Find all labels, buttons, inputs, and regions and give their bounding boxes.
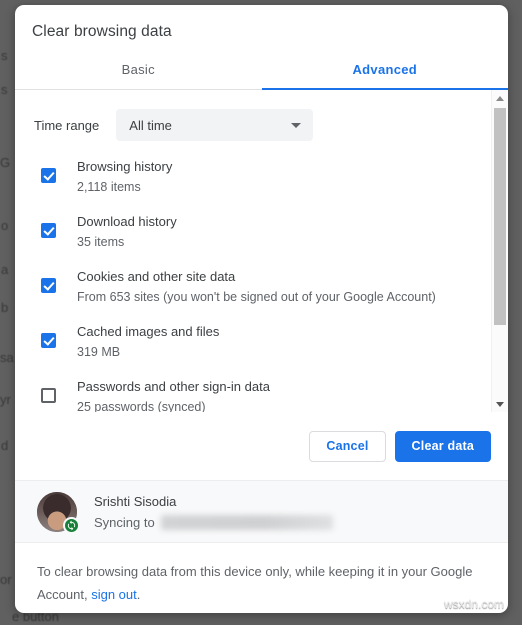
sign-out-note: To clear browsing data from this device … <box>15 543 508 606</box>
options-scrollbar[interactable] <box>491 90 508 412</box>
sync-target-redacted <box>160 514 333 530</box>
option-text: Passwords and other sign-in data 25 pass… <box>77 377 270 412</box>
option-cached-images-and-files[interactable]: Cached images and files 319 MB <box>15 322 491 362</box>
backdrop-fragment: d <box>1 438 9 453</box>
chevron-down-icon <box>291 122 302 128</box>
dialog-action-bar: Cancel Clear data <box>15 412 508 480</box>
option-download-history[interactable]: Download history 35 items <box>15 212 491 252</box>
sync-icon <box>63 516 80 534</box>
backdrop-fragment: b <box>1 300 9 315</box>
watermark: wsxdn.com <box>443 597 504 611</box>
tab-basic[interactable]: Basic <box>15 55 262 89</box>
option-subtitle: 319 MB <box>77 345 121 359</box>
backdrop-fragment: s <box>1 48 8 63</box>
sign-out-note-text-after: . <box>136 587 141 602</box>
checkbox-cookies-and-site-data[interactable] <box>41 278 56 293</box>
data-type-list: Browsing history 2,118 items Download hi… <box>15 141 491 412</box>
time-range-row: Time range All time <box>15 90 491 141</box>
option-text: Download history 35 items <box>77 212 177 252</box>
scrollbar-thumb[interactable] <box>494 108 506 325</box>
option-title: Passwords and other sign-in data <box>77 379 270 394</box>
sign-out-link[interactable]: sign out <box>91 587 137 602</box>
option-title: Cookies and other site data <box>77 269 236 284</box>
checkbox-passwords-and-sign-in-data[interactable] <box>41 388 56 403</box>
scroll-down-arrow-icon[interactable] <box>492 396 508 412</box>
checkbox-cached-images-and-files[interactable] <box>41 333 56 348</box>
option-subtitle: 35 items <box>77 235 125 249</box>
options-scroll-area: Time range All time Browsing history 2,1… <box>15 90 508 412</box>
option-cookies-and-site-data[interactable]: Cookies and other site data From 653 sit… <box>15 267 491 307</box>
option-title: Download history <box>77 214 177 229</box>
option-subtitle: 25 passwords (synced) <box>77 400 206 412</box>
option-browsing-history[interactable]: Browsing history 2,118 items <box>15 157 491 197</box>
time-range-select[interactable]: All time <box>116 109 314 141</box>
options-content: Time range All time Browsing history 2,1… <box>15 90 491 412</box>
clear-browsing-data-dialog: Clear browsing data Basic Advanced Time … <box>15 5 508 613</box>
backdrop-fragment: sa <box>0 350 14 365</box>
time-range-label: Time range <box>34 117 100 133</box>
option-text: Cached images and files 319 MB <box>77 322 219 362</box>
option-text: Browsing history 2,118 items <box>77 157 172 197</box>
backdrop-fragment: G <box>0 155 11 170</box>
tab-advanced[interactable]: Advanced <box>262 55 509 89</box>
account-sync-status: Syncing to <box>94 513 333 532</box>
sync-prefix-label: Syncing to <box>94 514 155 530</box>
avatar <box>37 491 80 534</box>
backdrop-fragment: o <box>1 218 9 233</box>
backdrop-fragment: s <box>1 82 8 97</box>
cancel-button[interactable]: Cancel <box>309 430 386 462</box>
option-title: Browsing history <box>77 159 173 174</box>
page-title: Clear browsing data <box>32 23 172 40</box>
clear-data-button[interactable]: Clear data <box>394 430 491 462</box>
account-row: Srishti Sisodia Syncing to <box>15 480 508 543</box>
option-title: Cached images and files <box>77 324 220 339</box>
backdrop-fragment: yr <box>0 392 11 407</box>
option-subtitle: From 653 sites (you won't be signed out … <box>77 290 436 304</box>
checkbox-browsing-history[interactable] <box>41 168 56 183</box>
option-subtitle: 2,118 items <box>77 180 141 194</box>
option-passwords-and-sign-in-data[interactable]: Passwords and other sign-in data 25 pass… <box>15 377 491 412</box>
account-name: Srishti Sisodia <box>94 493 177 509</box>
tab-bar: Basic Advanced <box>15 55 508 90</box>
option-text: Cookies and other site data From 653 sit… <box>77 267 436 307</box>
checkbox-download-history[interactable] <box>41 223 56 238</box>
backdrop-fragment: or <box>0 572 12 587</box>
backdrop-fragment: a <box>1 262 9 277</box>
time-range-value: All time <box>129 117 172 133</box>
scroll-up-arrow-icon[interactable] <box>492 90 508 106</box>
account-text: Srishti Sisodia Syncing to <box>94 492 333 532</box>
